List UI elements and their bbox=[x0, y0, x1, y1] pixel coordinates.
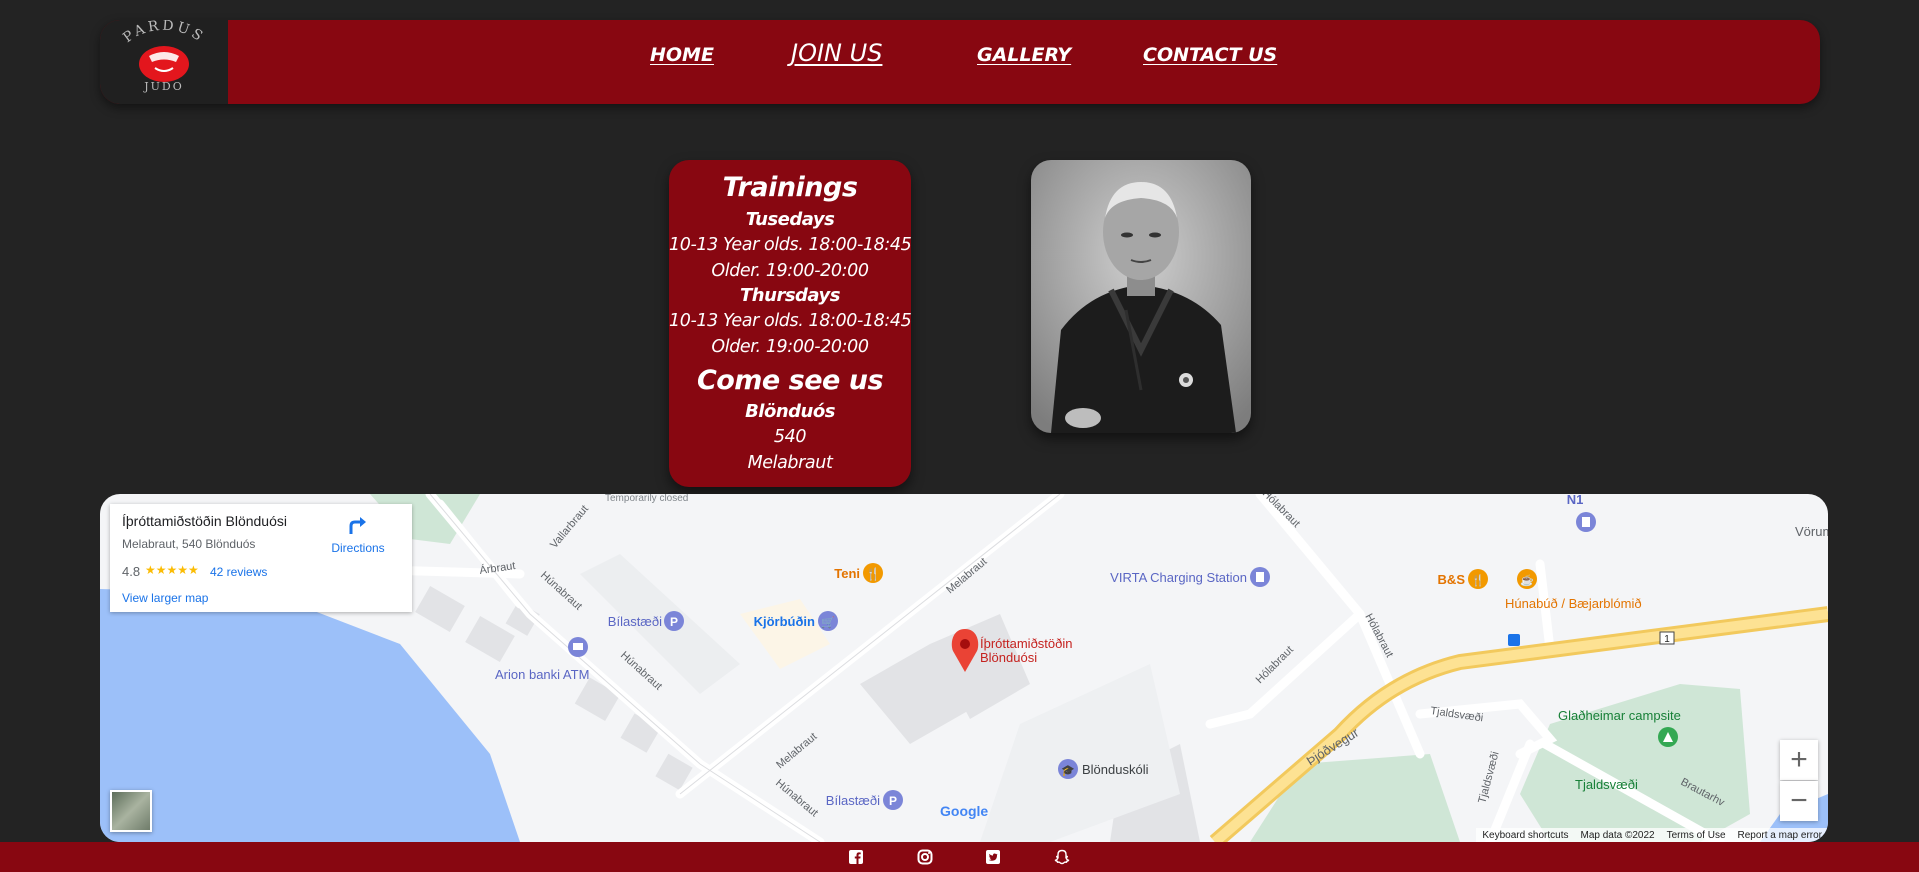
place-address: Melabraut, 540 Blönduós bbox=[122, 537, 256, 551]
svg-text:Bílastæði: Bílastæði bbox=[826, 793, 880, 808]
trainings-card: Trainings Tusedays 10-13 Year olds. 18:0… bbox=[669, 160, 912, 487]
map-info-card: Íþróttamiðstöðin Blönduósi Melabraut, 54… bbox=[110, 504, 412, 612]
logo-top-text: PARDUS bbox=[120, 18, 205, 46]
poi-teni[interactable]: 🍴 Teni bbox=[834, 563, 883, 583]
location-town: Blönduós bbox=[745, 401, 835, 422]
rating-stars: ★★★★★ bbox=[145, 563, 199, 577]
poi-hunabud[interactable]: ☕ Húnabúð / Bæjarblómið bbox=[1505, 569, 1642, 611]
facebook-icon[interactable] bbox=[848, 849, 864, 865]
poi-bilastaedi-2[interactable]: P Bílastæði bbox=[826, 790, 903, 810]
instagram-icon[interactable] bbox=[917, 849, 933, 865]
nav-gallery[interactable]: GALLERY bbox=[977, 44, 1071, 66]
training-day-1-older: Older. 19:00-20:00 bbox=[711, 261, 869, 281]
satellite-toggle[interactable] bbox=[110, 790, 152, 832]
site-footer bbox=[0, 842, 1919, 872]
nav-contact-us[interactable]: CONTACT US bbox=[1143, 44, 1277, 66]
directions-icon bbox=[349, 517, 366, 534]
street-tjaldsvaedi-2: Tjaldsvæði bbox=[1476, 750, 1501, 804]
map-attribution: Keyboard shortcuts Map data ©2022 Terms … bbox=[1476, 828, 1828, 842]
map-data-label: Map data ©2022 bbox=[1580, 829, 1655, 841]
training-day-1: Tusedays bbox=[745, 209, 835, 230]
google-logo: Google bbox=[940, 803, 988, 819]
bus-stop-icon[interactable] bbox=[1508, 634, 1520, 646]
poi-n1[interactable]: N1 bbox=[1567, 494, 1596, 532]
svg-text:P: P bbox=[670, 615, 678, 629]
training-day-1-youth: 10-13 Year olds. 18:00-18:45 bbox=[669, 235, 912, 255]
svg-text:🎓: 🎓 bbox=[1061, 765, 1075, 777]
svg-text:PARDUS: PARDUS bbox=[120, 20, 208, 46]
logo[interactable]: PARDUS JUDO bbox=[100, 18, 228, 104]
svg-text:Arion banki ATM: Arion banki ATM bbox=[495, 667, 589, 682]
street-vallarbraut: Vallarbraut bbox=[548, 503, 591, 551]
directions-button[interactable]: Directions bbox=[320, 514, 396, 555]
view-larger-map-link[interactable]: View larger map bbox=[122, 591, 208, 605]
training-day-2-older: Older. 19:00-20:00 bbox=[711, 337, 869, 357]
place-name: Íþróttamiðstöðin Blönduósi bbox=[122, 513, 287, 529]
place-rating: 4.8 bbox=[122, 564, 141, 579]
poi-tjaldsvaedi[interactable]: Tjaldsvæði bbox=[1575, 777, 1638, 792]
svg-text:P: P bbox=[889, 794, 897, 808]
svg-text:Teni: Teni bbox=[834, 566, 860, 581]
location-postcode: 540 bbox=[773, 427, 807, 447]
poi-kjorbudin[interactable]: 🛒 Kjörbúðin bbox=[754, 611, 838, 631]
pin-label-line-1: Íþróttamiðstöðin bbox=[980, 636, 1073, 651]
keyboard-shortcuts-link[interactable]: Keyboard shortcuts bbox=[1482, 830, 1568, 841]
trainings-title: Trainings bbox=[722, 172, 858, 203]
poi-bilastaedi-1[interactable]: P Bílastæði bbox=[608, 611, 684, 631]
location-map[interactable]: 1 Árbraut Vallarbraut Húnabraut Húnabrau… bbox=[100, 494, 1828, 842]
svg-text:N1: N1 bbox=[1567, 494, 1584, 507]
svg-text:Bílastæði: Bílastæði bbox=[608, 614, 662, 629]
nav-home[interactable]: HOME bbox=[650, 44, 714, 66]
route-shield-label: 1 bbox=[1664, 634, 1670, 645]
poi-bs[interactable]: 🍴 B&S bbox=[1438, 569, 1488, 589]
svg-text:Glaðheimar campsite: Glaðheimar campsite bbox=[1558, 708, 1681, 723]
zoom-in-button[interactable]: + bbox=[1780, 740, 1818, 780]
street-hunabraut-2: Húnabraut bbox=[618, 649, 664, 692]
zoom-out-button[interactable]: − bbox=[1780, 781, 1818, 821]
come-see-us-title: Come see us bbox=[696, 365, 884, 396]
poi-vorum[interactable]: Vörum bbox=[1795, 524, 1828, 539]
temporarily-closed-label: Temporarily closed bbox=[605, 494, 688, 504]
poi-blonduskoli[interactable]: 🎓 Blönduskóli bbox=[1058, 759, 1149, 779]
svg-text:🍴: 🍴 bbox=[866, 567, 881, 581]
logo-graphic: PARDUS JUDO bbox=[120, 18, 208, 93]
founder-portrait bbox=[1031, 160, 1251, 433]
street-melabraut-2: Melabraut bbox=[774, 731, 819, 772]
report-error-link[interactable]: Report a map error bbox=[1738, 830, 1822, 841]
poi-virta[interactable]: VIRTA Charging Station bbox=[1110, 567, 1270, 587]
nav-join-us[interactable]: JOIN US bbox=[791, 39, 882, 67]
svg-text:🛒: 🛒 bbox=[821, 616, 835, 629]
site-header: PARDUS JUDO HOME JOIN US GALLERY CONTACT… bbox=[100, 18, 1820, 104]
svg-text:Kjörbúðin: Kjörbúðin bbox=[754, 614, 815, 629]
svg-text:VIRTA Charging Station: VIRTA Charging Station bbox=[1110, 570, 1247, 585]
svg-text:Blönduskóli: Blönduskóli bbox=[1082, 762, 1149, 777]
logo-bottom-text: JUDO bbox=[143, 80, 184, 93]
svg-text:🍴: 🍴 bbox=[1471, 574, 1485, 587]
snapchat-icon[interactable] bbox=[1054, 849, 1070, 865]
svg-text:Húnabúð / Bæjarblómið: Húnabúð / Bæjarblómið bbox=[1505, 596, 1642, 611]
svg-text:B&S: B&S bbox=[1438, 572, 1466, 587]
pin-label-line-2: Blönduósi bbox=[980, 650, 1037, 665]
training-day-2-youth: 10-13 Year olds. 18:00-18:45 bbox=[669, 311, 912, 331]
location-street: Melabraut bbox=[747, 453, 833, 473]
reviews-link[interactable]: 42 reviews bbox=[210, 565, 267, 579]
street-hunabraut-1: Húnabraut bbox=[538, 569, 584, 612]
svg-text:☕: ☕ bbox=[1520, 573, 1534, 587]
directions-label: Directions bbox=[331, 541, 385, 555]
terms-link[interactable]: Terms of Use bbox=[1667, 830, 1726, 841]
training-day-2: Thursdays bbox=[740, 285, 840, 306]
twitter-icon[interactable] bbox=[985, 849, 1001, 865]
